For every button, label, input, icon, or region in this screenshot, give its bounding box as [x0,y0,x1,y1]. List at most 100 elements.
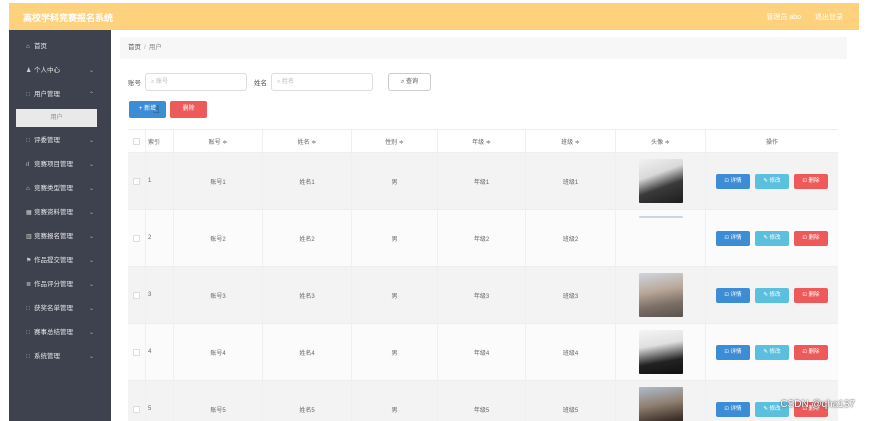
header-grade[interactable]: 年级 ≑ [438,130,526,152]
add-button[interactable]: + 新增 [129,101,166,118]
avatar[interactable] [638,216,683,260]
header-ops: 操作 [765,139,778,146]
cell-account: 账号1 [174,153,263,209]
cell-avatar [616,324,706,380]
sidebar-item-contest-types[interactable]: ⌂ 竞赛类型管理 ⌄ [9,177,111,201]
delete-button[interactable]: ⊡ 删除 [794,173,828,189]
cell-name: 姓名4 [263,324,352,380]
cell-avatar [616,210,706,266]
cell-index: 5 [146,381,174,421]
logout-link[interactable]: 退出登录 [815,12,843,22]
user-table: 索引 账号 ≑ 姓名 ≑ 性别 ≑ 年级 ≑ 班级 ≑ 头像 ≑ 操作 1 账号… [128,129,838,421]
row-checkbox[interactable] [133,405,140,413]
account-search-input[interactable]: ⌕ 账号 [145,73,247,91]
cell-account: 账号2 [174,210,263,266]
delete-button[interactable]: ⊡ 删除 [794,344,828,360]
sidebar-submenu: 用户 [9,107,111,129]
name-search-input[interactable]: ⌕ 姓名 [271,73,373,91]
name-label: 姓名 [254,80,267,87]
cell-avatar [616,153,706,209]
account-placeholder: 账号 [156,79,169,85]
breadcrumb-home[interactable]: 首页 [128,44,141,51]
grid-icon: ∷ [26,354,30,360]
query-button[interactable]: ⌕ 查询 [388,73,431,91]
sidebar-item-contest-projects[interactable]: ıl 竞赛项目管理 ⌄ [9,153,111,177]
grid-icon: ∷ [26,306,30,312]
sidebar-item-contest-materials[interactable]: ▦ 竞赛资料管理 ⌄ [9,201,111,225]
watermark: CSDN @qha137 [780,399,855,410]
sidebar-item-label: 作品评分管理 [34,281,73,288]
user-icon: ♟ [26,68,32,74]
chevron-down-icon: ⌄ [88,138,94,144]
sidebar-item-label: 评委管理 [34,137,60,144]
row-checkbox[interactable] [133,234,140,242]
sidebar-item-users[interactable]: ∷ 用户管理 ⌃ [9,83,111,107]
row-checkbox-cell [128,267,146,323]
edit-button[interactable]: ✎ 修改 [755,344,789,360]
sidebar-item-judges[interactable]: ∷ 评委管理 ⌄ [9,129,111,153]
cell-avatar [616,267,706,323]
chevron-down-icon: ⌄ [88,306,94,312]
sidebar-item-summary[interactable]: ∷ 赛事总结管理 ⌄ [9,321,111,345]
sidebar-item-profile[interactable]: ♟ 个人中心 ⌄ [9,59,111,83]
mouse-cursor-icon: ☝ [153,104,160,116]
sidebar-item-registration[interactable]: ▥ 竞赛报名管理 ⌄ [9,225,111,249]
breadcrumb-separator: / [144,44,146,51]
chevron-down-icon: ⌄ [88,162,94,168]
chevron-down-icon: ⌄ [88,354,94,360]
batch-delete-button[interactable]: 删除 [170,101,207,118]
admin-label: 管理员 abo [766,14,801,21]
cell-account: 账号5 [174,381,263,421]
chevron-down-icon: ⌄ [88,210,94,216]
cell-account: 账号3 [174,267,263,323]
row-checkbox[interactable] [133,177,140,185]
row-checkbox-cell [128,210,146,266]
header-class[interactable]: 班级 ≑ [526,130,616,152]
sidebar-item-label: 竞赛项目管理 [34,161,73,168]
cell-grade: 年级5 [438,381,526,421]
sidebar-item-submissions[interactable]: ⚑ 作品提交管理 ⌄ [9,249,111,273]
sidebar-subitem-user[interactable]: 用户 [16,109,97,127]
cell-grade: 年级1 [438,153,526,209]
grid-icon: ∷ [26,138,30,144]
avatar[interactable] [638,159,683,203]
header-account[interactable]: 账号 ≑ [174,130,263,152]
cell-ops: ⊡ 详情 ✎ 修改 ⊡ 删除 [706,324,838,380]
edit-button[interactable]: ✎ 修改 [755,173,789,189]
row-checkbox[interactable] [133,348,140,356]
avatar[interactable] [638,330,683,374]
table-icon: ▦ [26,210,32,216]
chevron-down-icon: ⌄ [88,186,94,192]
select-all-checkbox[interactable] [133,137,140,145]
table-header: 索引 账号 ≑ 姓名 ≑ 性别 ≑ 年级 ≑ 班级 ≑ 头像 ≑ 操作 [128,129,838,153]
avatar[interactable] [638,273,683,317]
edit-button[interactable]: ✎ 修改 [755,287,789,303]
header-name[interactable]: 姓名 ≑ [263,130,352,152]
cell-sex: 男 [352,324,438,380]
detail-button[interactable]: ⊡ 详情 [716,344,750,360]
breadcrumb: 首页 / 用户 [120,37,847,59]
sidebar-item-label: 系统管理 [34,353,60,360]
detail-button[interactable]: ⊡ 详情 [716,287,750,303]
flag-icon: ⚑ [26,258,32,264]
cell-sex: 男 [352,153,438,209]
sidebar-item-home[interactable]: ⌂ 首页 [9,35,111,59]
sidebar-item-system[interactable]: ∷ 系统管理 ⌄ [9,345,111,369]
avatar[interactable] [638,387,683,421]
row-checkbox[interactable] [133,291,140,299]
header-checkbox-cell [128,130,146,152]
delete-button[interactable]: ⊡ 删除 [794,287,828,303]
detail-button[interactable]: ⊡ 详情 [716,230,750,246]
sidebar-item-scoring[interactable]: ≣ 作品评分管理 ⌄ [9,273,111,297]
edit-button[interactable]: ✎ 修改 [755,230,789,246]
sidebar-item-label: 个人中心 [34,67,60,74]
detail-button[interactable]: ⊡ 详情 [716,173,750,189]
sidebar-item-awards[interactable]: ∷ 获奖名单管理 ⌄ [9,297,111,321]
list-icon: ≣ [26,282,32,288]
header-sex[interactable]: 性别 ≑ [352,130,438,152]
sidebar-item-label: 用户管理 [34,91,60,98]
delete-button[interactable]: ⊡ 删除 [794,230,828,246]
chevron-up-icon: ⌃ [88,92,94,98]
header-avatar[interactable]: 头像 ≑ [616,130,706,152]
detail-button[interactable]: ⊡ 详情 [716,401,750,417]
